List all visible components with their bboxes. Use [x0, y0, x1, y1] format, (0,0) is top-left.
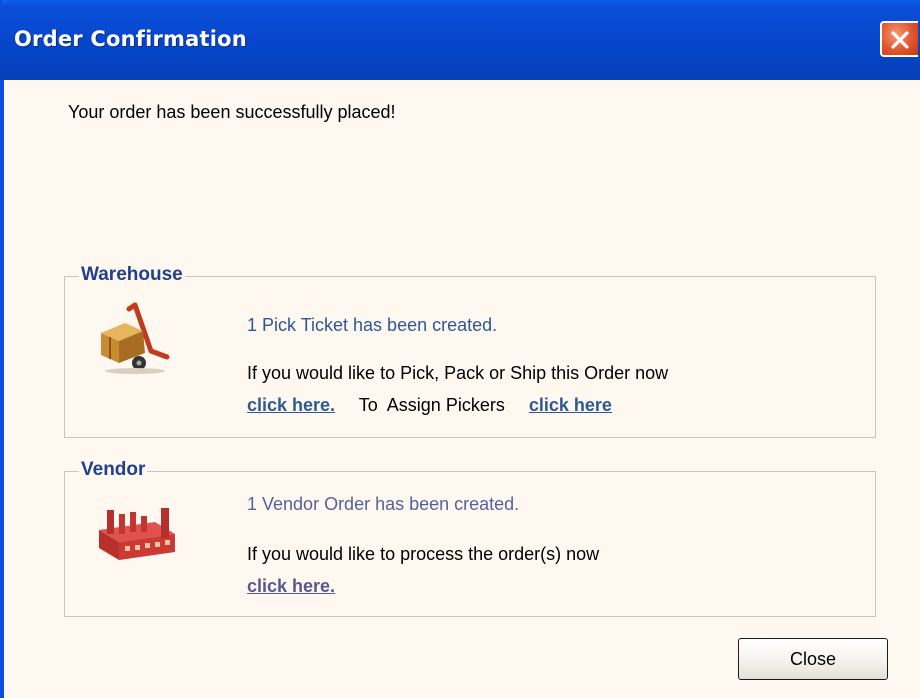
close-window-button[interactable]	[880, 21, 918, 57]
hand-truck-icon	[101, 302, 170, 374]
vendor-order-status: 1 Vendor Order has been created.	[247, 494, 520, 514]
title-bar[interactable]: Order Confirmation	[0, 0, 920, 80]
factory-icon	[99, 508, 175, 560]
vendor-prompt: If you would like to process the order(s…	[247, 544, 600, 564]
close-x-icon	[891, 31, 909, 49]
window-title: Order Confirmation	[14, 27, 247, 51]
vendor-group: Vendor 1 Vendor Order has been created. …	[64, 459, 876, 617]
warehouse-group: Warehouse 1 Pick Ticket has been created…	[64, 264, 876, 438]
close-button[interactable]: Close	[738, 638, 888, 680]
vendor-actions: click here.	[247, 576, 335, 597]
pick-pack-ship-link[interactable]: click here.	[247, 395, 335, 415]
assign-pickers-link[interactable]: click here	[529, 395, 612, 415]
dialog-body: Your order has been successfully placed!…	[4, 80, 920, 698]
vendor-legend: Vendor	[79, 459, 148, 481]
warehouse-prompt: If you would like to Pick, Pack or Ship …	[247, 363, 669, 383]
warehouse-legend: Warehouse	[79, 264, 185, 286]
process-order-link[interactable]: click here.	[247, 576, 335, 596]
assign-pickers-label: To Assign Pickers	[358, 395, 505, 415]
pick-ticket-status: 1 Pick Ticket has been created.	[247, 315, 498, 335]
order-confirmation-dialog: Order Confirmation Your order has been s…	[0, 0, 920, 698]
success-message: Your order has been successfully placed!	[68, 102, 396, 122]
warehouse-actions: click here. To Assign Pickers click here	[247, 395, 612, 416]
